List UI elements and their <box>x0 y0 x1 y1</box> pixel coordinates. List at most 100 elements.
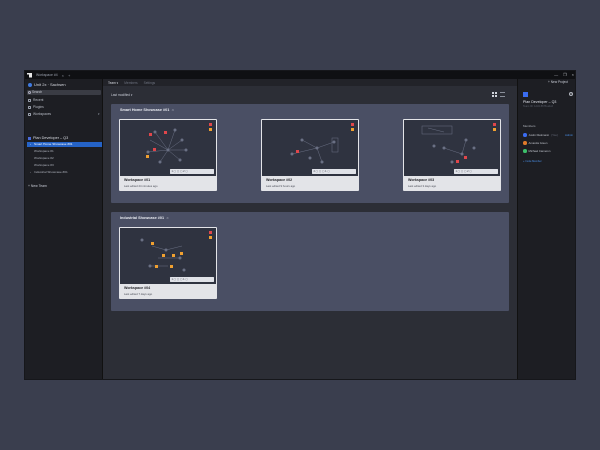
group-title-text: Smart Home Showcase #01 <box>120 108 170 112</box>
new-team-button[interactable]: + New Team <box>28 184 47 188</box>
workspace-name: Workspace #01 <box>124 178 151 182</box>
app-window: Workspace #4 × + — ❐ × Unit 2x · Sachsen… <box>24 70 576 380</box>
org-name: Unit 2x · Sachsen <box>34 82 66 87</box>
workspace-meta: Last edited 7 days ago <box>124 292 153 296</box>
member-name: Michael Cameron <box>528 149 551 153</box>
caret-right-icon: › <box>30 171 31 174</box>
workspace-card[interactable]: 1 ▢ ▢ ▢ 2 ▢ Workspace #01 Last edited 24… <box>119 119 217 191</box>
team-header[interactable]: Plan Developer – Q3 <box>28 136 68 140</box>
team-id: Team ID: 1234-5678-abcd <box>523 105 553 108</box>
new-tab-icon[interactable]: + <box>68 73 70 78</box>
window-controls: — ❐ × <box>554 72 574 77</box>
workspace-thumbnail: 1 ▢ ▢ ▢ 2 ▢ <box>404 120 500 176</box>
search-icon <box>28 91 31 94</box>
group-title: Industrial Showcase #01 ⋖ <box>120 216 169 220</box>
help-icon[interactable]: ? <box>569 92 573 96</box>
avatar <box>523 141 527 145</box>
sort-dropdown[interactable]: Last modified ▾ <box>111 93 132 97</box>
workspace-label: Smart Home Showcase #01 <box>34 142 73 146</box>
workspace-thumbnail: 2 ▢ ▢ ▢ 1 ▢ <box>262 120 358 176</box>
team-name: Plan Developer – Q3 <box>33 136 69 140</box>
search-input[interactable]: Search <box>27 90 101 95</box>
member-role[interactable]: Admin <box>565 133 573 137</box>
sidebar-workspace-item[interactable]: Workspace #2 <box>27 156 102 161</box>
card-toolbar-text: 1 ▢ ▢ ▢ 1 ▢ <box>171 278 188 281</box>
tab-members[interactable]: Members <box>124 81 137 85</box>
workspace-thumbnail: 1 ▢ ▢ ▢ 2 ▢ <box>120 120 216 176</box>
sidebar-workspace-item[interactable]: › Industrial Showcase #01 <box>27 170 102 175</box>
diagram-preview <box>146 123 212 164</box>
left-sidebar: Unit 2x · Sachsen Search Recent Plugins … <box>25 79 103 379</box>
maximize-icon[interactable]: ❐ <box>563 72 567 77</box>
workspace-card[interactable]: 2 ▢ ▢ ▢ 1 ▢ Workspace #02 Last edited 9 … <box>261 119 359 191</box>
diagram-preview <box>290 123 354 164</box>
search-label: Search <box>32 90 43 94</box>
sidebar-item-label: Plugins <box>33 105 44 109</box>
workspace-meta: Last edited 3 days ago <box>408 184 437 188</box>
sidebar-workspace-item[interactable]: Workspace #1 <box>27 149 102 154</box>
org-header[interactable]: Unit 2x · Sachsen <box>28 82 66 87</box>
team-icon <box>28 136 31 140</box>
card-toolbar-text: 1 ▢ ▢ ▢ 2 ▢ <box>171 170 188 173</box>
main-toolbar: Team ▾ Members Settings <box>103 79 517 86</box>
diagram-preview <box>421 123 496 164</box>
share-icon[interactable]: ⋖ <box>166 216 169 220</box>
team-avatar <box>523 92 528 97</box>
new-project-button[interactable]: + New Project <box>548 80 568 84</box>
team-title: Plan Developer – Q3 <box>523 100 557 104</box>
avatar <box>523 133 527 137</box>
card-toolbar: 1 ▢ ▢ ▢ 2 ▢ <box>170 169 214 174</box>
main-area: Team ▾ Members Settings Last modified ▾ … <box>103 79 517 379</box>
card-toolbar: 1 ▢ ▢ ▢ 2 ▢ <box>454 169 498 174</box>
workspace-name: Workspace #04 <box>124 286 151 290</box>
card-toolbar: 1 ▢ ▢ ▢ 1 ▢ <box>170 277 214 282</box>
group-title: Smart Home Showcase #01 ⋖ <box>120 108 174 112</box>
project-group: Smart Home Showcase #01 ⋖ 1 ▢ ▢ ▢ 2 ▢ Wo… <box>111 104 509 203</box>
app-logo-icon <box>27 72 32 78</box>
member-name: Amanda Green <box>528 141 548 145</box>
grid-view-icon[interactable] <box>492 92 497 97</box>
member-row[interactable]: Michael Cameron <box>523 149 550 153</box>
clock-icon <box>28 98 31 102</box>
member-row[interactable]: Justin Diekmann (You) Admin <box>523 133 573 137</box>
sidebar-workspace-item[interactable]: Workspace #3 <box>27 163 102 168</box>
sidebar-workspace-item[interactable]: › Smart Home Showcase #01 <box>27 142 102 147</box>
workspace-meta: Last edited 9 hours ago <box>266 184 296 188</box>
minimize-icon[interactable]: — <box>554 72 558 77</box>
close-window-icon[interactable]: × <box>572 72 574 77</box>
member-you-tag: (You) <box>551 133 558 137</box>
sidebar-item-plugins[interactable]: Plugins <box>28 105 44 109</box>
avatar <box>523 149 527 153</box>
project-group: Industrial Showcase #01 ⋖ 1 ▢ ▢ ▢ 1 ▢ Wo… <box>111 212 509 311</box>
tab-settings[interactable]: Settings <box>144 81 156 85</box>
members-label: Members <box>523 124 536 128</box>
chevron-down-icon[interactable]: ▾ <box>98 112 100 116</box>
member-name: Justin Diekmann <box>528 133 550 137</box>
workspace-card[interactable]: 1 ▢ ▢ ▢ 2 ▢ Workspace #03 Last edited 3 … <box>403 119 501 191</box>
workspace-name: Workspace #03 <box>408 178 435 182</box>
group-title-text: Industrial Showcase #01 <box>120 216 165 220</box>
sidebar-item-recent[interactable]: Recent <box>28 98 43 102</box>
invite-member-link[interactable]: + Invite Member <box>523 160 542 163</box>
window-tab[interactable]: Workspace #4 <box>36 73 58 77</box>
share-icon[interactable]: ⋖ <box>171 108 174 112</box>
org-logo-icon <box>28 82 32 87</box>
member-row[interactable]: Amanda Green <box>523 141 547 145</box>
tab-team[interactable]: Team ▾ <box>108 81 118 85</box>
right-panel: ? Plan Developer – Q3 Team ID: 1234-5678… <box>517 79 575 379</box>
plugin-icon <box>28 105 31 109</box>
sidebar-item-workspaces[interactable]: Workspaces ▾ <box>28 112 102 116</box>
caret-right-icon: › <box>30 143 31 146</box>
workspace-name: Workspace #02 <box>266 178 293 182</box>
card-toolbar-text: 2 ▢ ▢ ▢ 1 ▢ <box>313 170 330 173</box>
workspace-label: Workspace #3 <box>34 163 54 167</box>
list-view-icon[interactable] <box>500 92 505 97</box>
workspace-label: Industrial Showcase #01 <box>34 170 68 174</box>
diagram-preview <box>140 231 212 272</box>
folder-icon <box>28 112 31 116</box>
workspace-label: Workspace #1 <box>34 149 54 153</box>
card-toolbar-text: 1 ▢ ▢ ▢ 2 ▢ <box>455 170 472 173</box>
sidebar-item-label: Recent <box>33 98 44 102</box>
tab-close-icon[interactable]: × <box>62 73 64 78</box>
workspace-card[interactable]: 1 ▢ ▢ ▢ 1 ▢ Workspace #04 Last edited 7 … <box>119 227 217 299</box>
